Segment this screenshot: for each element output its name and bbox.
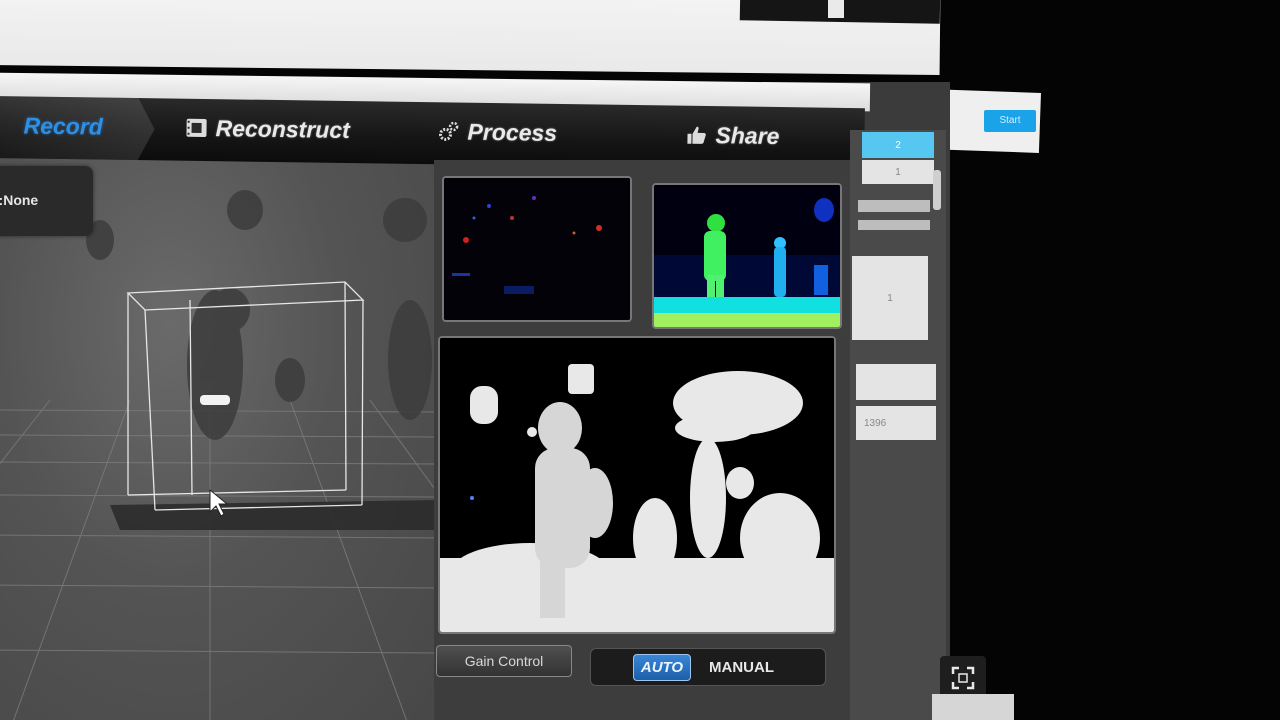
side-divider (858, 200, 930, 212)
unit-label: it:None (0, 192, 39, 208)
tab-process[interactable]: Process (437, 114, 557, 150)
tab-reconstruct[interactable]: Reconstruct (185, 111, 350, 147)
top-right-start-button[interactable]: Start (984, 110, 1036, 132)
side-divider (858, 220, 930, 230)
manual-mode-button[interactable]: MANUAL (709, 655, 774, 680)
tab-share[interactable]: Share (685, 118, 780, 153)
depth-feed (438, 336, 836, 634)
side-input[interactable] (856, 364, 936, 400)
taskbar-edge (932, 694, 1014, 720)
tab-record[interactable]: Record (0, 108, 103, 144)
point-cloud-floor (110, 500, 440, 530)
side-value-box[interactable]: 1 (852, 256, 928, 340)
tab-record-label: Record (23, 111, 104, 140)
side-panel: 2 1 1 1396 (850, 130, 946, 720)
gears-icon (437, 120, 459, 142)
tab-process-label: Process (467, 118, 558, 146)
thumbs-up-icon (685, 124, 707, 146)
color-camera-feed (442, 176, 632, 322)
side-list-item[interactable]: 2 (862, 132, 934, 158)
point-cloud (86, 190, 432, 440)
background-window-nub (828, 0, 844, 18)
side-input[interactable]: 1396 (856, 406, 936, 440)
auto-mode-button[interactable]: AUTO (633, 654, 691, 681)
gain-control-button[interactable]: Gain Control (436, 645, 572, 677)
side-list-item[interactable]: 1 (862, 160, 934, 184)
gain-mode-toggle: AUTO MANUAL (590, 648, 826, 686)
record-icon (0, 114, 16, 136)
tab-reconstruct-label: Reconstruct (215, 114, 350, 143)
box-handle[interactable] (200, 395, 230, 405)
unit-display: it:None (0, 166, 93, 236)
photo-of-monitor: Start None Record Reconstruct Process Sh… (0, 0, 1280, 720)
fullscreen-icon (951, 666, 975, 690)
segmentation-feed (652, 183, 842, 329)
film-icon (185, 117, 207, 139)
floor-grid (0, 399, 440, 720)
side-panel-scrollbar[interactable] (933, 170, 941, 210)
tab-share-label: Share (715, 121, 780, 149)
